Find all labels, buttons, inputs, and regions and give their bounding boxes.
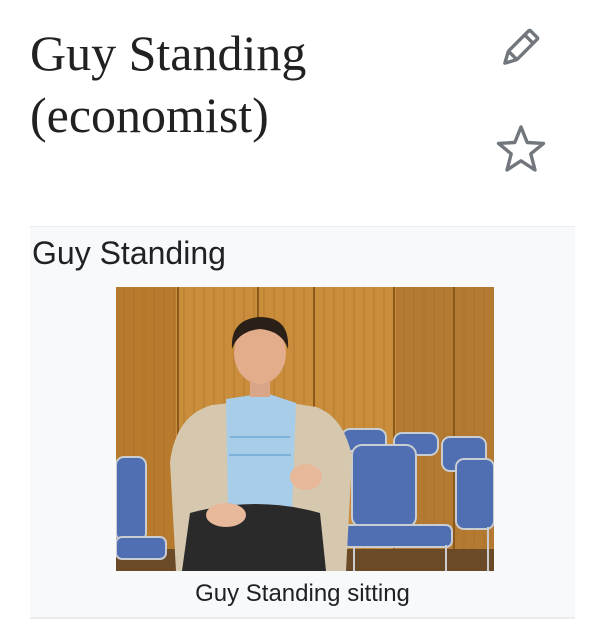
- edit-button[interactable]: [494, 24, 544, 74]
- photo-illustration: [116, 287, 494, 571]
- infobox-image-caption: Guy Standing sitting: [195, 580, 410, 607]
- infobox: Guy Standing Guy Standing sitting: [30, 226, 575, 619]
- page-title-line-2: (economist): [30, 87, 269, 143]
- infobox-title: Guy Standing: [32, 235, 226, 271]
- watch-star-button[interactable]: [494, 122, 548, 176]
- infobox-photo[interactable]: [116, 287, 494, 571]
- star-outline-icon: [496, 125, 546, 172]
- page-title-line-1: Guy Standing: [30, 25, 307, 81]
- pencil-icon: [503, 28, 540, 65]
- page-title: Guy Standing (economist): [30, 22, 470, 146]
